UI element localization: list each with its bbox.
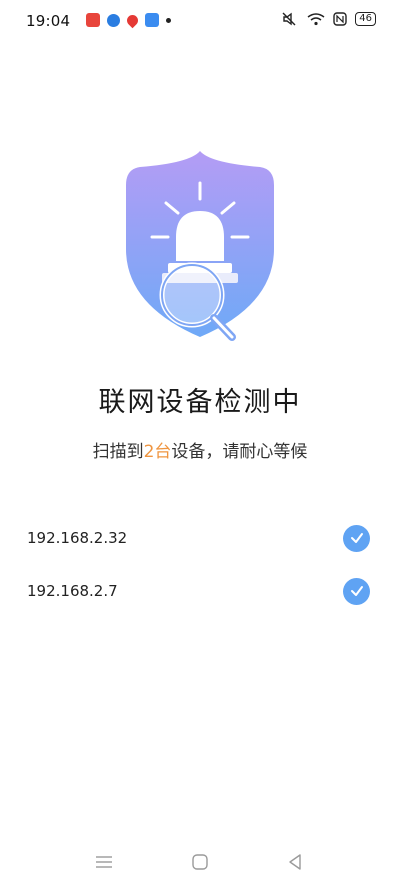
shield-siren-icon	[126, 151, 274, 341]
news-app-icon	[86, 13, 100, 27]
device-scan-illustration	[110, 145, 290, 355]
battery-indicator: 46	[355, 12, 376, 26]
status-bar: 19:04 46	[0, 0, 400, 40]
subtitle-suffix: 设备，请耐心等候	[171, 442, 308, 462]
home-icon[interactable]	[189, 851, 211, 873]
status-time: 19:04	[26, 12, 71, 30]
device-ip: 192.168.2.7	[27, 582, 118, 600]
nfc-icon	[333, 12, 347, 26]
wifi-icon	[307, 13, 325, 26]
device-list-item: 192.168.2.32	[0, 516, 400, 560]
subtitle-prefix: 扫描到	[92, 442, 144, 462]
device-count: 2台	[143, 442, 172, 462]
check-icon	[343, 577, 370, 605]
scan-status-text: 扫描到2台设备，请耐心等候	[0, 437, 400, 462]
menu-icon[interactable]	[93, 851, 115, 873]
system-status: 46	[281, 12, 376, 26]
mute-icon	[282, 12, 296, 26]
page-title: 联网设备检测中	[98, 387, 302, 418]
back-icon[interactable]	[284, 851, 306, 873]
map-pin-app-icon	[124, 12, 141, 28]
check-icon	[343, 524, 370, 552]
more-notifications-dot-icon	[166, 17, 171, 23]
device-list-item: 192.168.2.7	[0, 569, 400, 613]
device-ip: 192.168.2.32	[27, 529, 128, 547]
system-navigation-bar	[0, 845, 400, 881]
browser-app-icon	[107, 13, 120, 27]
reader-app-icon	[145, 13, 159, 27]
notification-icons	[86, 12, 171, 28]
